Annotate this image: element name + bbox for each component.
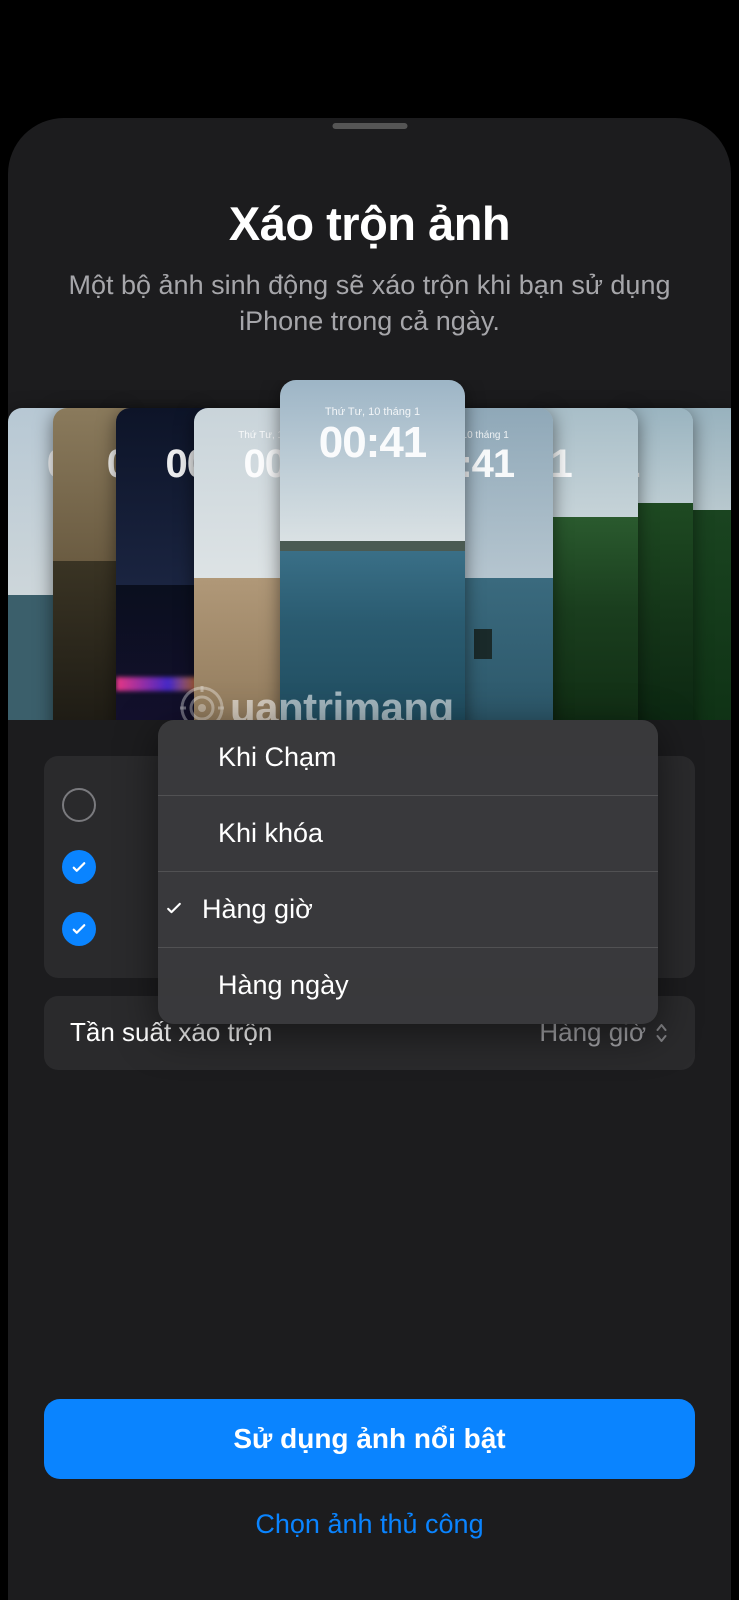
wallpaper-carousel[interactable]: 00 00 00:4 Thứ Tư, 10 tháng 1 bbox=[8, 380, 731, 720]
checkmark-icon bbox=[164, 894, 186, 925]
radio-checked-icon bbox=[62, 912, 96, 946]
use-featured-photos-button[interactable]: Sử dụng ảnh nổi bật bbox=[44, 1399, 695, 1479]
popup-option-daily[interactable]: Hàng ngày bbox=[158, 948, 658, 1024]
frequency-popup: Khi Chạm Khi khóa Hàng giờ Hàng ngày bbox=[158, 720, 658, 1024]
radio-unchecked-icon bbox=[62, 788, 96, 822]
preview-date: Thứ Tư, 10 tháng 1 bbox=[280, 406, 465, 418]
watermark: uantrimang bbox=[178, 684, 454, 720]
popup-option-label: Khi Chạm bbox=[218, 742, 337, 773]
bottom-buttons: Sử dụng ảnh nổi bật Chọn ảnh thủ công bbox=[44, 1399, 695, 1540]
lightbulb-icon bbox=[178, 684, 226, 720]
radio-checked-icon bbox=[62, 850, 96, 884]
header: Xáo trộn ảnh Một bộ ảnh sinh động sẽ xáo… bbox=[8, 118, 731, 340]
preview-time: 00:41 bbox=[280, 418, 465, 468]
popup-option-label: Hàng giờ bbox=[202, 894, 313, 925]
page-title: Xáo trộn ảnh bbox=[8, 196, 731, 251]
home-indicator bbox=[332, 123, 407, 129]
up-down-chevron-icon bbox=[654, 1022, 669, 1044]
phone-frame: Xáo trộn ảnh Một bộ ảnh sinh động sẽ xáo… bbox=[8, 118, 731, 1600]
options-area: Khi Chạm Khi khóa Hàng giờ Hàng ngày bbox=[8, 756, 731, 978]
popup-option-label: Khi khóa bbox=[218, 818, 323, 849]
choose-photos-manually-button[interactable]: Chọn ảnh thủ công bbox=[44, 1509, 695, 1540]
popup-option-on-lock[interactable]: Khi khóa bbox=[158, 796, 658, 872]
popup-option-label: Hàng ngày bbox=[218, 970, 349, 1001]
popup-option-on-tap[interactable]: Khi Chạm bbox=[158, 720, 658, 796]
watermark-text: uantrimang bbox=[230, 684, 454, 720]
page-subtitle: Một bộ ảnh sinh động sẽ xáo trộn khi bạn… bbox=[8, 267, 731, 340]
popup-option-hourly[interactable]: Hàng giờ bbox=[158, 872, 658, 948]
wallpaper-preview-main[interactable]: Thứ Tư, 10 tháng 1 00:41 bbox=[280, 380, 465, 720]
